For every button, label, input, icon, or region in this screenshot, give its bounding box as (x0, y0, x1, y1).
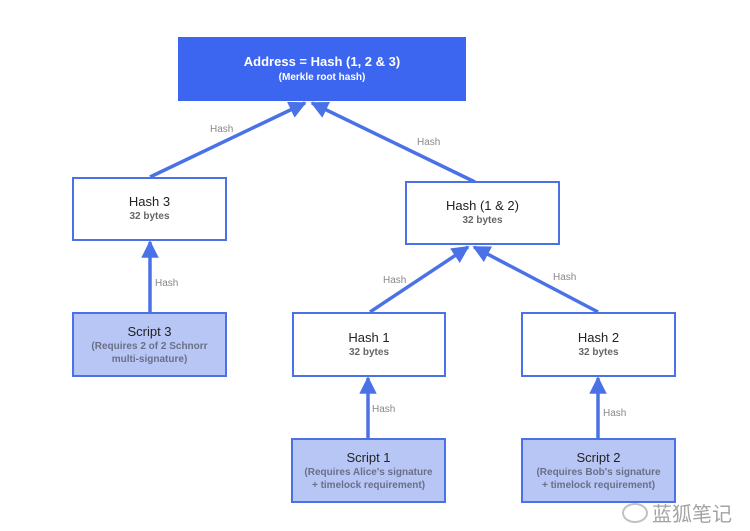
edge-hash3-to-root (149, 101, 307, 179)
edge-label-hash2-hash12: Hash (553, 272, 577, 283)
watermark-text: 蓝狐笔记 (652, 504, 732, 526)
hash2-size: 32 bytes (578, 346, 619, 358)
script3-title: Script 3 (127, 323, 172, 339)
hash1-title: Hash 1 (348, 329, 390, 345)
script1-description: (Requires Alice's signature + timelock r… (304, 466, 433, 491)
edge-hash12-to-root (310, 101, 476, 184)
hash3-size: 32 bytes (129, 211, 170, 222)
edge-label-hash12-root: Hash (417, 137, 441, 148)
edge-label-script3-hash3: Hash (155, 278, 179, 289)
hash2-node: Hash 2 32 bytes (521, 312, 676, 377)
wechat-icon (622, 502, 648, 523)
edge-label-hash3-root: Hash (210, 124, 234, 135)
hash2-title: Hash 2 (577, 329, 620, 345)
script2-title: Script 2 (576, 449, 621, 465)
edge-label-hash1-hash12: Hash (383, 275, 407, 286)
edge-hash2-to-hash12 (472, 245, 599, 314)
script2-node: Script 2 (Requires Bob's signature + tim… (521, 438, 676, 503)
edge-label-script1-hash1: Hash (372, 404, 396, 415)
edge-label-script2-hash2: Hash (603, 408, 627, 419)
script1-title: Script 1 (346, 449, 391, 465)
hash3-node: Hash 3 32 bytes (72, 177, 227, 241)
hash12-size: 32 bytes (462, 215, 503, 226)
watermark: 蓝狐笔记 (622, 498, 732, 527)
script1-node: Script 1 (Requires Alice's signature + t… (291, 438, 446, 503)
script3-node: Script 3 (Requires 2 of 2 Schnorr multi-… (72, 312, 227, 377)
merkle-root-node: Address = Hash (1, 2 & 3) (Merkle root h… (178, 37, 466, 101)
hash1-size: 32 bytes (348, 346, 390, 358)
hash12-title: Hash (1 & 2) (446, 198, 519, 213)
script3-description: (Requires 2 of 2 Schnorr multi-signature… (91, 340, 208, 365)
hash1-node: Hash 1 32 bytes (292, 312, 446, 377)
script2-description: (Requires Bob's signature + timelock req… (536, 466, 661, 491)
hash12-node: Hash (1 & 2) 32 bytes (405, 181, 560, 245)
root-subtitle: (Merkle root hash) (278, 72, 366, 83)
hash3-title: Hash 3 (128, 194, 171, 209)
root-title: Address = Hash (1, 2 & 3) (243, 54, 401, 69)
